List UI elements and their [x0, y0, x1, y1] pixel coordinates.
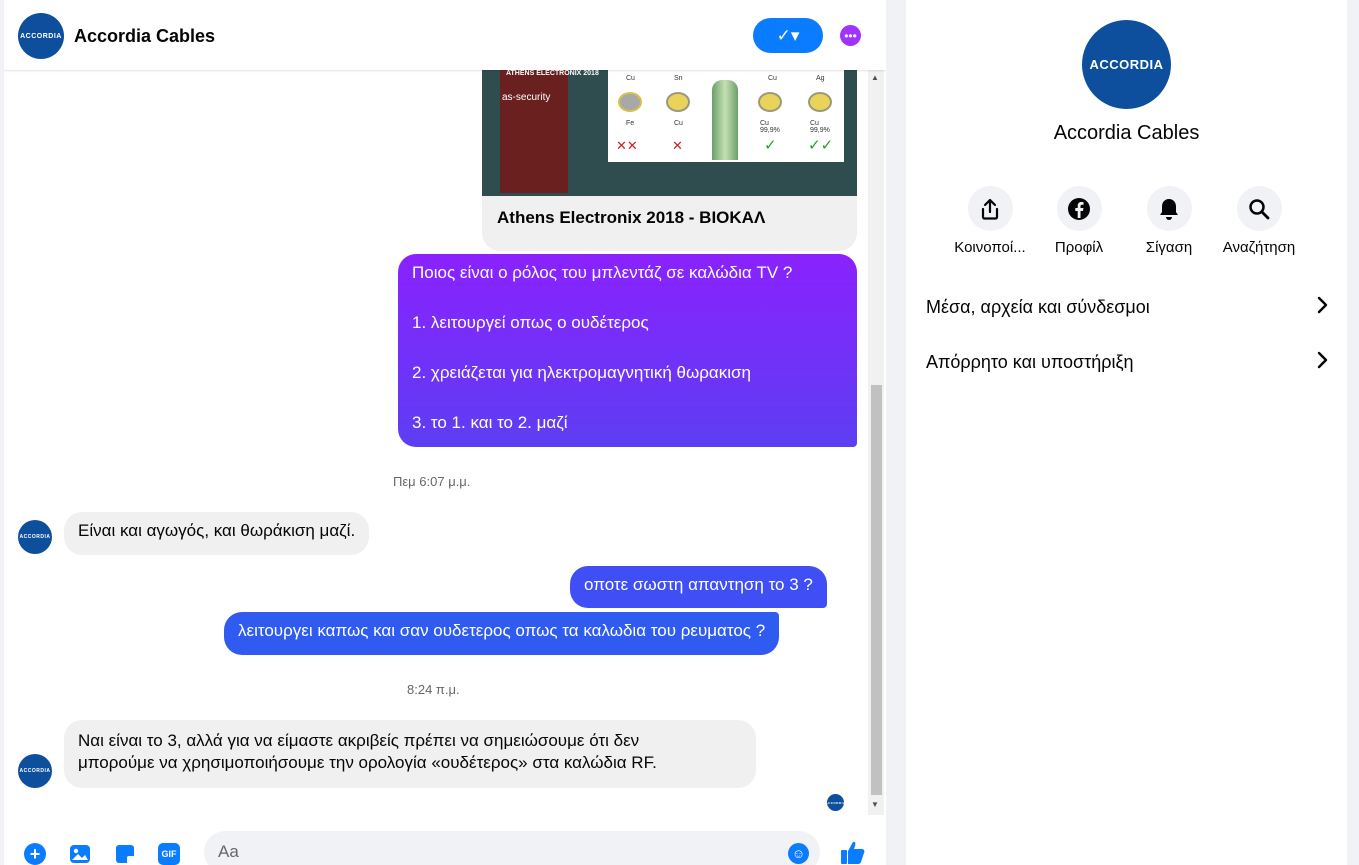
share-icon [967, 186, 1013, 231]
message-line: 2. χρειάζεται για ηλεκτρομαγνητική θωρακ… [412, 363, 751, 382]
thumbs-up-icon[interactable] [840, 839, 866, 865]
conversation-info-panel: ACCORDIA Accordia Cables Κοινοποί... Προ… [906, 0, 1347, 865]
facebook-icon [1056, 186, 1102, 231]
message-scrollbar[interactable]: ▲ ▼ [868, 70, 884, 815]
image-icon[interactable] [69, 843, 91, 865]
check-icon: ✓✓ [808, 137, 834, 154]
message-timestamp: 8:24 π.μ. [407, 682, 460, 697]
slide-label: Cu 99,9% [760, 120, 780, 134]
cable-icon [712, 80, 738, 160]
cross-icon: ✕ [672, 138, 683, 153]
share-label: Κοινοποί... [954, 239, 1026, 256]
sticker-icon[interactable] [114, 843, 136, 865]
incoming-message[interactable]: Ναι είναι το 3, αλλά για να είμαστε ακρι… [64, 720, 756, 788]
mute-button[interactable]: Σίγαση [1125, 186, 1213, 256]
slide-label: Cu [626, 75, 635, 82]
slide-label: Cu 99,9% [810, 120, 830, 134]
mute-label: Σίγαση [1145, 239, 1193, 256]
message-line: μπορούμε να χρησιμοποιήσουμε την ορολογί… [78, 753, 657, 772]
thumbnail-stage [500, 70, 568, 193]
cross-icon: ✕✕ [616, 138, 638, 153]
chevron-right-icon [1316, 294, 1328, 320]
plus-icon[interactable]: + [24, 843, 46, 865]
outgoing-message[interactable]: οποτε σωστη απαντηση το 3 ? [570, 566, 827, 608]
chat-header: ACCORDIA Accordia Cables ✓▾ ••• [4, 0, 886, 70]
contact-name: Accordia Cables [1053, 122, 1200, 144]
avatar[interactable]: ACCORDIA [18, 520, 52, 554]
outgoing-message[interactable]: λειτουργει καπως και σαν ουδετερος οπως … [224, 612, 780, 655]
message-line: 3. το 1. και το 2. μαζί [412, 413, 568, 432]
contact-name[interactable]: Accordia Cables [74, 26, 215, 47]
chevron-right-icon [1316, 349, 1328, 375]
bell-icon [1146, 186, 1192, 231]
media-files-links-row[interactable]: Μέσα, αρχεία και σύνδεσμοι [926, 287, 1328, 327]
read-receipt-avatar: ACCORDIA [825, 794, 845, 811]
profile-label: Προφίλ [1054, 239, 1104, 256]
message-line: Ναι είναι το 3, αλλά για να είμαστε ακρι… [78, 731, 640, 750]
coin-icon [758, 92, 782, 112]
search-icon [1236, 186, 1282, 231]
search-button[interactable]: Αναζήτηση [1215, 186, 1303, 256]
message-composer: + GIF ☺ [4, 815, 886, 865]
slide-label: Cu [674, 120, 683, 127]
check-icon: ✓ [764, 137, 777, 154]
incoming-message[interactable]: Είναι και αγωγός, και θωράκιση μαζί. [64, 512, 370, 555]
coin-icon [618, 92, 642, 112]
message-input[interactable] [204, 831, 820, 865]
avatar[interactable]: ACCORDIA [18, 754, 52, 788]
gif-icon[interactable]: GIF [158, 843, 180, 865]
thumbnail-banner: ATHENS ELECTRONIX 2018 [506, 70, 599, 77]
scroll-down-icon[interactable]: ▼ [871, 800, 879, 809]
privacy-support-row[interactable]: Απόρρητο και υποστήριξη [926, 342, 1328, 382]
message-list: ATHENS ELECTRONIX 2018 as-security Cu Sn… [4, 70, 868, 815]
row-label: Μέσα, αρχεία και σύνδεσμοι [926, 296, 1150, 317]
chat-panel: ACCORDIA Accordia Cables ✓▾ ••• ATHENS E… [4, 0, 886, 865]
message-line: 1. λειτουργεί οπως ο ουδέτερος [412, 313, 649, 332]
row-label: Απόρρητο και υποστήριξη [926, 351, 1134, 372]
thumbnail-slide: Cu Sn Cu Ag Fe Cu Cu 99,9% Cu 99,9% ✕✕ ✕… [608, 70, 844, 162]
conversation-status-button[interactable]: ✓▾ [753, 18, 823, 53]
link-thumbnail: ATHENS ELECTRONIX 2018 as-security Cu Sn… [482, 70, 857, 196]
thumbnail-sponsor: as-security [502, 92, 551, 103]
emoji-icon[interactable]: ☺ [788, 843, 809, 864]
share-button[interactable]: Κοινοποί... [946, 186, 1034, 256]
more-options-icon[interactable]: ••• [840, 25, 861, 46]
slide-label: Ag [816, 75, 825, 82]
profile-button[interactable]: Προφίλ [1035, 186, 1123, 256]
avatar[interactable]: ACCORDIA [1082, 20, 1171, 109]
outgoing-message[interactable]: Ποιος είναι ο ρόλος του μπλεντάζ σε καλώ… [398, 254, 857, 447]
coin-icon [808, 92, 832, 112]
message-line: Ποιος είναι ο ρόλος του μπλεντάζ σε καλώ… [412, 263, 793, 282]
avatar[interactable]: ACCORDIA [18, 13, 64, 59]
link-title[interactable]: Athens Electronix 2018 - ΒΙΟΚΑΛ [497, 208, 765, 228]
coin-icon [666, 92, 690, 112]
message-timestamp: Πεμ 6:07 μ.μ. [393, 474, 471, 489]
scroll-up-icon[interactable]: ▲ [871, 73, 879, 82]
slide-label: Fe [626, 120, 635, 127]
slide-label: Sn [674, 75, 683, 82]
scroll-thumb[interactable] [871, 385, 882, 795]
link-preview-card[interactable]: ATHENS ELECTRONIX 2018 as-security Cu Sn… [482, 70, 857, 251]
search-label: Αναζήτηση [1222, 239, 1296, 256]
slide-label: Cu [768, 75, 777, 82]
